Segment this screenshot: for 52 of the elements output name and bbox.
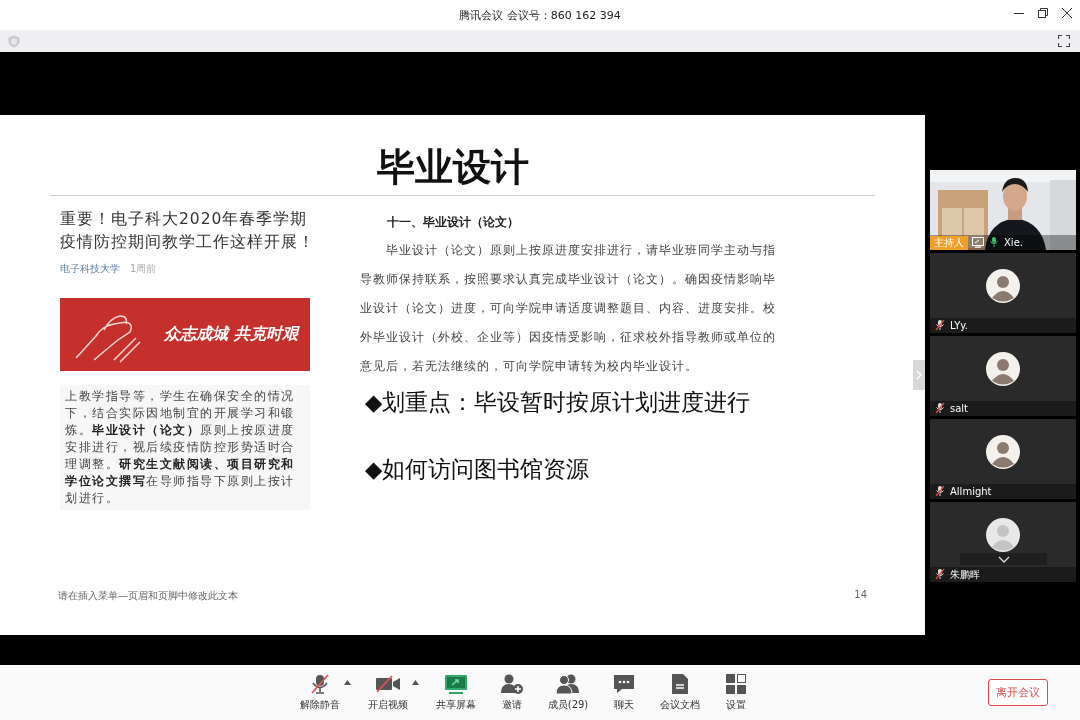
default-avatar-icon [986, 517, 1020, 552]
participant-name: Xie. [1004, 237, 1023, 248]
participant-name: salt [950, 403, 969, 414]
muted-mic-icon [934, 485, 946, 497]
toolbar-button[interactable]: 聊天 [596, 673, 652, 712]
slide-footer: 请在插入菜单—页眉和页脚中修改此文本 [58, 589, 238, 603]
video-off-icon [375, 673, 401, 695]
article-source: 电子科技大学 [60, 262, 120, 276]
toolbar-button[interactable]: 共享屏幕 [428, 673, 484, 712]
caret-icon[interactable] [344, 680, 351, 685]
participant-name: LYy. [950, 320, 969, 331]
toolbar-button[interactable]: 开启视频 [360, 673, 416, 712]
fullscreen-icon[interactable] [1058, 35, 1070, 47]
grid-icon [725, 673, 747, 695]
toolbar-button[interactable]: 成员(29) [540, 673, 596, 712]
document-icon [670, 673, 690, 695]
avatar-icon [986, 268, 1020, 303]
scroll-down-button[interactable] [960, 553, 1047, 565]
chevron-right-icon [916, 370, 922, 380]
article-paragraph: 上教学指导等，学生在确保安全的情况下，结合实际因地制宜的开展学习和锻炼。毕业设计（论文）原则上按原进度安排进行，视后续疫情防控形势适时合理调整。研究生文献阅读、项目研究和学位论文撰写在导师指导下原则上按计划进行。 [60, 385, 310, 510]
participant-name: Allmight [950, 486, 992, 497]
muted-mic-icon [934, 568, 946, 580]
participant-name: 朱鹏晖 [950, 567, 980, 582]
people-icon [555, 673, 581, 695]
muted-mic-icon [309, 673, 331, 695]
chat-icon [613, 673, 635, 695]
toolbar-button[interactable]: 设置 [708, 673, 764, 712]
body-text: 毕业设计（论文）原则上按原进度安排进行，请毕业班同学主动与指导教师保持联系，按照要求认真完成毕业设计（论文）。确因疫情影响毕业设计（论文）进度，可向学院申请适度调整题目、内容、进度安排。校外毕业设计（外校、企业等）因疫情受影响，征求校外指导教师或单位的意见后，若无法继续的，可向学院申请转为校内毕业设计。 [360, 242, 777, 375]
muted-mic-icon [934, 319, 946, 331]
banner-slogan: 众志成城 共克时艰 [164, 324, 298, 345]
mic-icon [988, 236, 1000, 248]
toolbar-button[interactable]: 解除静音 [292, 673, 348, 712]
chevron-down-icon [997, 555, 1010, 563]
bullet-point: ◆划重点：毕设暂时按原计划进度进行 [365, 388, 752, 417]
avatar-icon [986, 434, 1020, 469]
avatar-icon [986, 351, 1020, 386]
add-person-icon [500, 673, 524, 695]
restore-icon[interactable] [1038, 8, 1048, 18]
caret-icon[interactable] [412, 680, 419, 685]
slide-title: 毕业设计 [376, 145, 529, 189]
share-screen-icon [444, 673, 468, 695]
section-heading: 十一、毕业设计（论文） [386, 214, 520, 231]
muted-mic-icon [934, 402, 946, 414]
toolbar-button[interactable]: 邀请 [484, 673, 540, 712]
window-title: 腾讯会议 会议号：860 162 394 [459, 8, 621, 22]
close-icon[interactable] [1062, 8, 1072, 18]
page-number: 14 [854, 589, 867, 602]
article-headline: 重要！电子科大2020年春季学期疫情防控期间教学工作这样开展！ [60, 209, 315, 253]
toolbar-button[interactable]: 会议文档 [652, 673, 708, 712]
leave-meeting-button[interactable]: 离开会议 [988, 679, 1048, 706]
bullet-point: ◆如何访问图书馆资源 [365, 455, 591, 484]
article-time: 1周前 [130, 262, 157, 276]
